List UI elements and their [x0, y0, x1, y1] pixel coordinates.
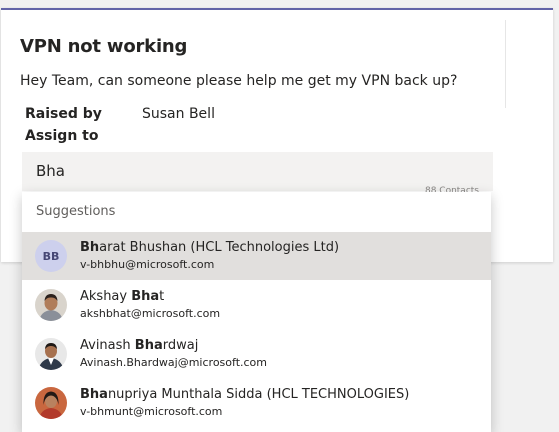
suggestions-dropdown: Suggestions BB Bharat Bhushan (HCL Techn…: [22, 192, 491, 432]
suggestion-email: Avinash.Bhardwaj@microsoft.com: [80, 356, 267, 369]
suggestion-email: v-bhbhu@microsoft.com: [80, 258, 215, 271]
name-rest: rdwaj: [162, 338, 199, 353]
avatar: [35, 387, 67, 419]
ticket-description: Hey Team, can someone please help me get…: [20, 73, 458, 89]
assign-to-input[interactable]: Bha 88 Contacts: [22, 152, 493, 196]
name-rest: t: [159, 289, 165, 304]
name-match: Bha: [134, 338, 163, 353]
suggestion-item-bhanupriya-munthala-sidda[interactable]: Bhanupriya Munthala Sidda (HCL TECHNOLOG…: [22, 379, 491, 427]
suggestion-email: akshbhat@microsoft.com: [80, 307, 221, 320]
raised-by-label: Raised by: [25, 106, 102, 122]
name-pre: Avinash: [80, 338, 135, 353]
suggestion-name: Bhanupriya Munthala Sidda (HCL TECHNOLOG…: [80, 387, 409, 402]
name-match: Bha: [131, 289, 160, 304]
avatar: [35, 338, 67, 370]
suggestion-item-akshay-bhat[interactable]: Akshay Bhat akshbhat@microsoft.com: [22, 281, 491, 329]
ticket-title: VPN not working: [20, 36, 188, 57]
suggestion-name: Avinash Bhardwaj: [80, 338, 198, 353]
avatar: [35, 289, 67, 321]
suggestion-email: v-bhmunt@microsoft.com: [80, 405, 223, 418]
suggestion-name: Bharat Bhushan (HCL Technologies Ltd): [80, 240, 339, 255]
name-rest: nupriya Munthala Sidda (HCL TECHNOLOGIES…: [107, 387, 410, 402]
name-match: Bh: [80, 240, 100, 255]
name-rest: arat Bhushan (HCL Technologies Ltd): [99, 240, 340, 255]
suggestion-name: Akshay Bhat: [80, 289, 164, 304]
divider: [505, 20, 506, 108]
assign-to-input-value[interactable]: Bha: [36, 162, 65, 180]
avatar: BB: [35, 240, 67, 272]
assign-to-label: Assign to: [25, 128, 99, 144]
suggestion-item-bharat-bhushan[interactable]: BB Bharat Bhushan (HCL Technologies Ltd)…: [22, 232, 491, 280]
name-match: Bha: [80, 387, 108, 402]
name-pre: Akshay: [80, 289, 132, 304]
suggestions-header: Suggestions: [36, 204, 116, 219]
avatar-initials: BB: [42, 249, 60, 263]
raised-by-value: Susan Bell: [142, 106, 215, 122]
suggestion-item-avinash-bhardwaj[interactable]: Avinash Bhardwaj Avinash.Bhardwaj@micros…: [22, 330, 491, 378]
